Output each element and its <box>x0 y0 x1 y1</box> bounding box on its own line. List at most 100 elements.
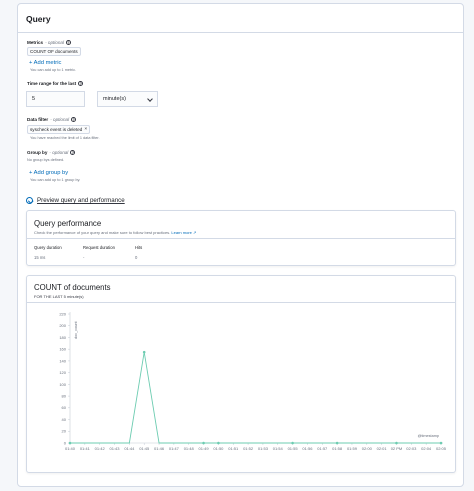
chart-title: COUNT of documents <box>34 283 111 292</box>
x-axis-label: @timestamp <box>418 434 439 438</box>
query-performance-card: Query performance Check the performance … <box>26 210 456 266</box>
x-tick-label: 01:50 <box>213 446 224 451</box>
y-tick-label: 100 <box>59 382 66 387</box>
panel-title: Query <box>26 14 51 24</box>
data-point <box>439 441 443 445</box>
data-filter-label: Data filter - optional ? <box>27 117 77 122</box>
stat-query-duration: Query duration 15 ms <box>34 245 62 260</box>
add-metric-link[interactable]: + Add metric <box>29 60 61 66</box>
help-icon[interactable]: ? <box>70 150 76 155</box>
y-tick-label: 0 <box>64 440 67 445</box>
x-tick-label: 01:58 <box>332 446 343 451</box>
stat-title: Query duration <box>34 245 62 250</box>
x-tick-label: 01:48 <box>184 446 195 451</box>
x-tick-label: 01:56 <box>302 446 313 451</box>
help-icon[interactable]: ? <box>71 117 77 122</box>
y-tick-label: 60 <box>62 405 67 410</box>
learn-more-link[interactable]: Learn more ↗ <box>171 230 196 235</box>
help-icon[interactable]: ? <box>66 40 71 45</box>
time-range-value: 5 <box>32 96 36 102</box>
data-point <box>395 441 398 445</box>
chart-card: COUNT of documents FOR THE LAST 5 minute… <box>26 275 456 473</box>
time-range-value-input[interactable]: 5 <box>26 91 85 107</box>
x-tick-label: 02:03 <box>406 446 417 451</box>
time-unit-select[interactable]: minute(s) <box>97 91 158 107</box>
external-link-icon: ↗ <box>193 230 197 235</box>
y-axis-label: doc_count <box>74 321 78 339</box>
x-tick-label: 01:44 <box>124 446 135 451</box>
data-filter-optional-text: - optional <box>50 117 70 122</box>
time-unit-value: minute(s) <box>103 96 126 102</box>
y-tick-label: 220 <box>59 311 66 316</box>
group-by-help: You can add up to 1 group by. <box>30 178 81 182</box>
help-icon[interactable]: ? <box>78 81 84 86</box>
x-tick-label: 01:46 <box>154 446 165 451</box>
stat-request-duration: Request duration - <box>83 245 115 260</box>
learn-more-label: Learn more <box>171 230 192 235</box>
data-point <box>335 441 339 445</box>
x-tick-label: 01:45 <box>139 446 150 451</box>
y-tick-label: 40 <box>62 417 67 422</box>
chevron-down-icon[interactable] <box>26 197 33 204</box>
data-filter-label-text: Data filter <box>27 117 49 122</box>
chart-subtitle: FOR THE LAST 5 minute(s) <box>34 294 84 299</box>
x-tick-label: 02:05 <box>436 446 447 451</box>
performance-title: Query performance <box>34 219 102 228</box>
x-tick-label: 01:47 <box>169 446 180 451</box>
y-tick-label: 160 <box>59 347 66 352</box>
y-tick-label: 200 <box>59 323 66 328</box>
close-icon[interactable]: × <box>84 127 87 132</box>
x-tick-label: 01:57 <box>317 446 328 451</box>
x-tick-label: 01:41 <box>80 446 91 451</box>
preview-accordion-label[interactable]: Preview query and performance <box>37 197 125 204</box>
group-by-optional-text: - optional <box>49 150 69 155</box>
filter-badge[interactable]: syscheck event is deleted × <box>27 125 91 134</box>
stat-hits: Hits 0 <box>135 245 142 260</box>
x-tick-label: 01:51 <box>228 446 239 451</box>
title-divider <box>18 32 463 33</box>
metric-badge-label: COUNT OF documents <box>30 49 78 54</box>
y-tick-label: 140 <box>59 358 66 363</box>
time-range-label-text: Time range for the last <box>27 81 77 86</box>
x-tick-label: 01:53 <box>258 446 269 451</box>
performance-divider <box>27 238 455 239</box>
x-tick-label: 01:55 <box>288 446 299 451</box>
data-point <box>142 350 146 354</box>
time-range-label: Time range for the last ? <box>27 81 84 86</box>
x-tick-label: 01:52 <box>243 446 254 451</box>
x-tick-label: 01:59 <box>347 446 358 451</box>
add-group-by-link[interactable]: + Add group by <box>29 170 68 176</box>
metrics-help: You can add up to 1 metric. <box>30 68 77 72</box>
series-line <box>70 352 441 444</box>
x-tick-label: 02:04 <box>421 446 432 451</box>
x-tick-label: 01:40 <box>65 446 76 451</box>
stat-title: Request duration <box>83 245 115 250</box>
data-point <box>217 441 220 445</box>
performance-subtitle: Check the performance of your query and … <box>34 230 196 235</box>
stat-value: 0 <box>135 255 138 260</box>
x-tick-label: 02 PM <box>391 446 403 451</box>
stat-value: 15 ms <box>34 255 46 260</box>
query-panel: Query Metrics - optional ? COUNT OF docu… <box>17 3 464 487</box>
group-by-label-text: Group by <box>27 150 48 155</box>
x-tick-label: 01:54 <box>273 446 284 451</box>
y-tick-label: 180 <box>59 335 66 340</box>
metrics-label: Metrics - optional ? <box>27 40 71 45</box>
data-point <box>291 441 294 445</box>
data-point <box>68 441 72 445</box>
group-by-empty: No group bys defined. <box>27 158 65 162</box>
group-by-label: Group by - optional ? <box>27 150 76 155</box>
x-tick-label: 01:43 <box>110 446 121 451</box>
preview-accordion[interactable]: Preview query and performance <box>26 197 125 204</box>
x-tick-label: 01:42 <box>95 446 106 451</box>
metrics-label-text: Metrics <box>27 40 44 45</box>
y-tick-label: 120 <box>59 370 66 375</box>
stat-value: - <box>83 255 85 260</box>
x-tick-label: 02:00 <box>362 446 373 451</box>
performance-subtitle-text: Check the performance of your query and … <box>34 230 171 235</box>
stat-title: Hits <box>135 245 143 250</box>
filter-badge-label: syscheck event is deleted <box>30 127 83 132</box>
metric-badge[interactable]: COUNT OF documents <box>27 47 81 56</box>
x-tick-label: 02:01 <box>377 446 388 451</box>
data-point <box>202 441 205 445</box>
